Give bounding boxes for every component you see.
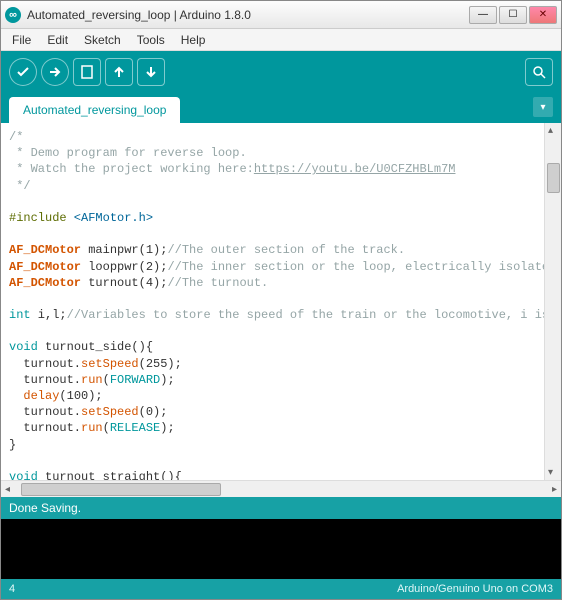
code-text: RELEASE [110, 421, 160, 435]
status-text: Done Saving. [9, 501, 81, 515]
code-text: AF_DCMotor [9, 243, 81, 257]
code-text: /* [9, 130, 23, 144]
code-text: (0); [139, 405, 168, 419]
code-text: void [9, 340, 38, 354]
code-text: AF_DCMotor [9, 276, 81, 290]
code-text: } [9, 438, 16, 452]
code-text: looppwr(2); [81, 260, 167, 274]
code-text: turnout_side(){ [38, 340, 153, 354]
menu-edit[interactable]: Edit [40, 31, 75, 49]
code-text: //The outer section of the track. [167, 243, 405, 257]
code-text: mainpwr(1); [81, 243, 167, 257]
upload-button[interactable] [41, 58, 69, 86]
app-window: Automated_reversing_loop | Arduino 1.8.0… [0, 0, 562, 600]
console-output[interactable] [1, 519, 561, 579]
code-text: turnout. [9, 373, 81, 387]
window-controls: — ☐ ✕ [469, 6, 557, 24]
scrollbar-thumb[interactable] [547, 163, 560, 193]
magnifier-icon [531, 64, 547, 80]
code-text: #include [9, 211, 67, 225]
code-link: https://youtu.be/U0CFZHBLm7M [254, 162, 456, 176]
code-text: run [81, 421, 103, 435]
code-text: ); [160, 373, 174, 387]
scrollbar-thumb[interactable] [21, 483, 221, 496]
arrow-up-icon [111, 64, 127, 80]
code-text: * Watch the project working here: [9, 162, 254, 176]
tab-menu-button[interactable] [533, 97, 553, 117]
code-text: turnout. [9, 357, 81, 371]
menu-sketch[interactable]: Sketch [77, 31, 128, 49]
horizontal-scrollbar[interactable] [1, 480, 561, 497]
status-bar: Done Saving. [1, 497, 561, 519]
arrow-down-icon [143, 64, 159, 80]
tab-sketch[interactable]: Automated_reversing_loop [9, 97, 180, 123]
code-text: FORWARD [110, 373, 160, 387]
code-text: ( [103, 421, 110, 435]
code-text: //The turnout. [167, 276, 268, 290]
code-text: setSpeed [81, 405, 139, 419]
code-text [9, 389, 23, 403]
code-text: (100); [59, 389, 102, 403]
menubar: File Edit Sketch Tools Help [1, 29, 561, 51]
code-text: void [9, 470, 38, 480]
code-text: run [81, 373, 103, 387]
code-text: turnout. [9, 421, 81, 435]
arrow-right-icon [47, 64, 63, 80]
board-info: Arduino/Genuino Uno on COM3 [397, 583, 553, 595]
titlebar[interactable]: Automated_reversing_loop | Arduino 1.8.0… [1, 1, 561, 29]
code-text: setSpeed [81, 357, 139, 371]
toolbar [1, 51, 561, 93]
code-text: (255); [139, 357, 182, 371]
tabstrip: Automated_reversing_loop [1, 93, 561, 123]
footer-bar: 4 Arduino/Genuino Uno on COM3 [1, 579, 561, 599]
close-button[interactable]: ✕ [529, 6, 557, 24]
code-text: */ [9, 179, 31, 193]
code-text: ( [103, 373, 110, 387]
code-text: * Demo program for reverse loop. [9, 146, 247, 160]
check-icon [15, 64, 31, 80]
minimize-button[interactable]: — [469, 6, 497, 24]
code-text: turnout. [9, 405, 81, 419]
menu-file[interactable]: File [5, 31, 38, 49]
code-text: int [9, 308, 31, 322]
menu-tools[interactable]: Tools [130, 31, 172, 49]
arduino-logo-icon [5, 7, 21, 23]
code-text: turnout(4); [81, 276, 167, 290]
code-text: //Variables to store the speed of the tr… [67, 308, 544, 322]
file-icon [79, 64, 95, 80]
code-text: AF_DCMotor [9, 260, 81, 274]
vertical-scrollbar[interactable] [544, 123, 561, 480]
code-text: turnout_straight(){ [38, 470, 182, 480]
code-text: <AFMotor.h> [67, 211, 153, 225]
serial-monitor-button[interactable] [525, 58, 553, 86]
open-button[interactable] [105, 58, 133, 86]
verify-button[interactable] [9, 58, 37, 86]
editor-area: /* * Demo program for reverse loop. * Wa… [1, 123, 561, 480]
save-button[interactable] [137, 58, 165, 86]
code-text: //The inner section or the loop, electri… [167, 260, 544, 274]
code-text: i,l; [31, 308, 67, 322]
menu-help[interactable]: Help [174, 31, 213, 49]
new-button[interactable] [73, 58, 101, 86]
cursor-line: 4 [9, 583, 15, 595]
code-text: delay [23, 389, 59, 403]
window-title: Automated_reversing_loop | Arduino 1.8.0 [27, 8, 469, 22]
code-editor[interactable]: /* * Demo program for reverse loop. * Wa… [1, 123, 544, 480]
maximize-button[interactable]: ☐ [499, 6, 527, 24]
code-text: ); [160, 421, 174, 435]
